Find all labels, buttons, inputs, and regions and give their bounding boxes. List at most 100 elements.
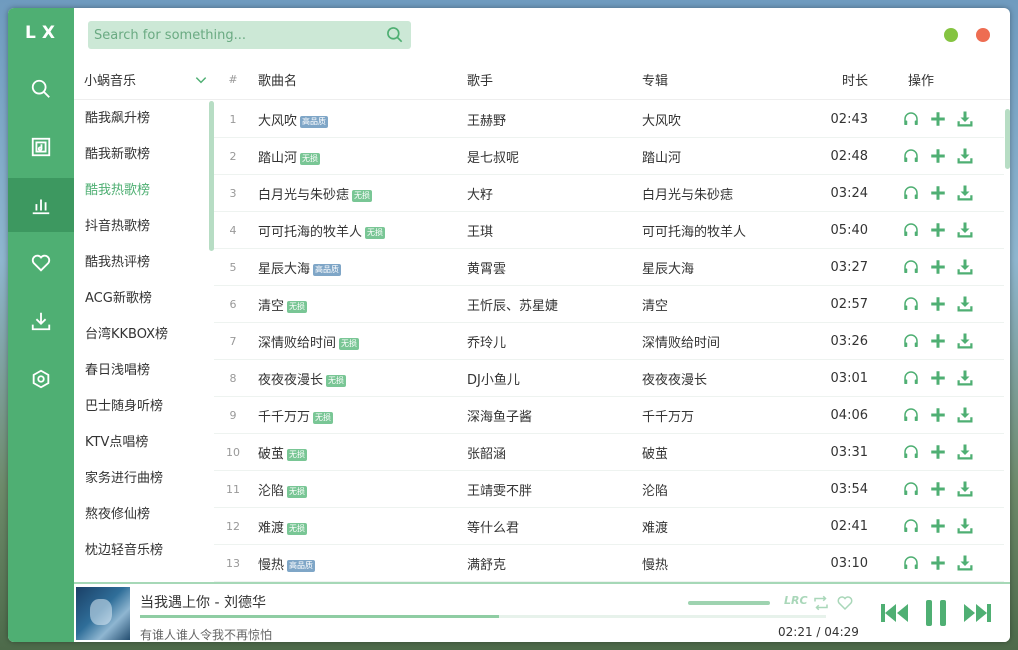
add-to-list-button[interactable]: [925, 184, 952, 202]
add-to-list-button[interactable]: [925, 406, 952, 424]
board-item[interactable]: 抖音热歌榜: [74, 209, 214, 245]
add-to-list-button[interactable]: [925, 295, 952, 313]
nav-song-list[interactable]: [8, 120, 74, 174]
volume-slider[interactable]: [688, 601, 770, 605]
board-item[interactable]: 台湾KKBOX榜: [74, 317, 214, 353]
row-actions: [868, 110, 978, 128]
nav-downloads[interactable]: [8, 294, 74, 348]
board-item[interactable]: 酷我飙升榜: [74, 101, 214, 137]
song-duration: 05:40: [830, 222, 868, 238]
table-row[interactable]: 8 夜夜夜漫长 无损 DJ小鱼儿 夜夜夜漫长 03:01: [214, 360, 1004, 397]
board-item[interactable]: ACG新歌榜: [74, 281, 214, 317]
album-cover[interactable]: [76, 587, 130, 640]
play-button[interactable]: [898, 110, 925, 128]
play-button[interactable]: [898, 369, 925, 387]
chart-icon: [32, 199, 50, 215]
nav-favorites[interactable]: [8, 236, 74, 290]
table-row[interactable]: 7 深情败给时间 无损 乔玲儿 深情败给时间 03:26: [214, 323, 1004, 360]
search-input[interactable]: [88, 21, 378, 49]
board-item[interactable]: KTV点唱榜: [74, 425, 214, 461]
board-item[interactable]: 家务进行曲榜: [74, 461, 214, 497]
add-to-list-button[interactable]: [925, 221, 952, 239]
download-button[interactable]: [951, 332, 978, 350]
table-row[interactable]: 11 沦陷 无损 王靖雯不胖 沦陷 03:54: [214, 471, 1004, 508]
pause-button[interactable]: [924, 600, 948, 626]
table-scrollbar[interactable]: [1005, 109, 1010, 169]
add-to-list-button[interactable]: [925, 517, 952, 535]
play-button[interactable]: [898, 554, 925, 572]
row-number: 2: [229, 149, 237, 163]
search-icon[interactable]: [385, 25, 405, 45]
song-duration: 02:41: [830, 518, 868, 534]
board-item[interactable]: 酷我热评榜: [74, 245, 214, 281]
board-item[interactable]: 熬夜修仙榜: [74, 497, 214, 533]
play-button[interactable]: [898, 221, 925, 239]
song-album: 千千万万: [642, 409, 695, 425]
download-button[interactable]: [951, 517, 978, 535]
table-row[interactable]: 1 大风吹 高品质 王赫野 大风吹 02:43: [214, 101, 1004, 138]
nav-search[interactable]: [8, 62, 74, 116]
song-singer: DJ小鱼儿: [467, 372, 520, 388]
repeat-button[interactable]: [812, 594, 830, 612]
add-to-list-button[interactable]: [925, 369, 952, 387]
download-button[interactable]: [951, 480, 978, 498]
add-to-list-button[interactable]: [925, 480, 952, 498]
source-select[interactable]: 小蜗音乐: [74, 60, 214, 100]
table-row[interactable]: 13 慢热 高品质 满舒克 慢热 03:10: [214, 545, 1004, 582]
play-button[interactable]: [898, 184, 925, 202]
prev-button[interactable]: [880, 600, 910, 626]
close-button[interactable]: [976, 28, 990, 42]
table-row[interactable]: 6 清空 无损 王忻辰、苏星婕 清空 02:57: [214, 286, 1004, 323]
download-button[interactable]: [951, 110, 978, 128]
song-singer: 乔玲儿: [467, 335, 507, 351]
add-to-list-button[interactable]: [925, 258, 952, 276]
add-to-list-button[interactable]: [925, 332, 952, 350]
table-row[interactable]: 10 破茧 无损 张韶涵 破茧 03:31: [214, 434, 1004, 471]
song-singer: 是七叔呢: [467, 150, 520, 166]
table-row[interactable]: 5 星辰大海 高品质 黄霄雲 星辰大海 03:27: [214, 249, 1004, 286]
table-row[interactable]: 9 千千万万 无损 深海鱼子酱 千千万万 04:06: [214, 397, 1004, 434]
download-button[interactable]: [951, 369, 978, 387]
play-button[interactable]: [898, 295, 925, 313]
board-item[interactable]: 春日浅唱榜: [74, 353, 214, 389]
board-item[interactable]: 酷我热歌榜: [74, 173, 214, 209]
table-row[interactable]: 12 难渡 无损 等什么君 难渡 02:41: [214, 508, 1004, 545]
download-button[interactable]: [951, 184, 978, 202]
song-singer: 王琪: [467, 224, 494, 240]
add-to-list-button[interactable]: [925, 554, 952, 572]
add-to-list-button[interactable]: [925, 147, 952, 165]
next-button[interactable]: [962, 600, 992, 626]
headphones-icon: [904, 260, 919, 273]
download-button[interactable]: [951, 221, 978, 239]
play-button[interactable]: [898, 480, 925, 498]
add-to-list-button[interactable]: [925, 110, 952, 128]
download-button[interactable]: [951, 406, 978, 424]
download-button[interactable]: [951, 554, 978, 572]
progress-bar[interactable]: [140, 615, 826, 618]
download-button[interactable]: [951, 443, 978, 461]
table-row[interactable]: 2 踏山河 无损 是七叔呢 踏山河 02:48: [214, 138, 1004, 175]
download-button[interactable]: [951, 147, 978, 165]
play-button[interactable]: [898, 517, 925, 535]
board-item[interactable]: 巴士随身听榜: [74, 389, 214, 425]
table-row[interactable]: 4 可可托海的牧羊人 无损 王琪 可可托海的牧羊人 05:40: [214, 212, 1004, 249]
play-button[interactable]: [898, 147, 925, 165]
nav-settings[interactable]: [8, 352, 74, 406]
nav-leaderboard[interactable]: [8, 178, 74, 232]
play-button[interactable]: [898, 406, 925, 424]
play-button[interactable]: [898, 258, 925, 276]
table-row[interactable]: 3 白月光与朱砂痣 无损 大籽 白月光与朱砂痣 03:24: [214, 175, 1004, 212]
play-button[interactable]: [898, 443, 925, 461]
add-to-list-button[interactable]: [925, 443, 952, 461]
board-item[interactable]: 酷我新歌榜: [74, 137, 214, 173]
play-button[interactable]: [898, 332, 925, 350]
download-button[interactable]: [951, 295, 978, 313]
song-title: 慢热: [258, 557, 285, 573]
lyric-toggle[interactable]: LRC: [784, 594, 808, 607]
favorite-button[interactable]: [836, 594, 854, 612]
headphones-icon: [904, 371, 919, 384]
download-button[interactable]: [951, 258, 978, 276]
song-album: 沦陷: [642, 483, 669, 499]
minimize-button[interactable]: [944, 28, 958, 42]
board-item[interactable]: 枕边轻音乐榜: [74, 533, 214, 569]
